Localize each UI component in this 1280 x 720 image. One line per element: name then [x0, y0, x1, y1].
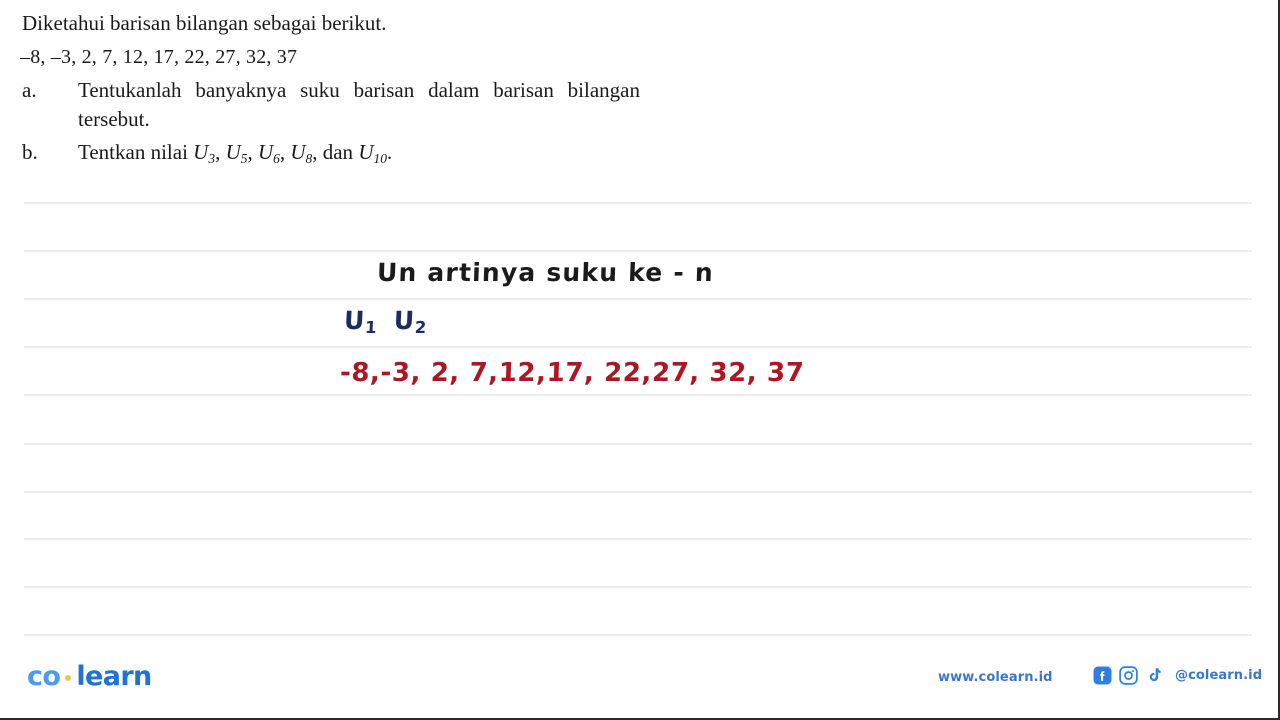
rule-line-2 [24, 250, 1252, 252]
rule-line-7 [24, 491, 1252, 493]
page-footer: co learn www.colearn.id @colearn.id [0, 650, 1278, 718]
facebook-icon[interactable] [1093, 666, 1112, 685]
website-url[interactable]: www.colearn.id [938, 670, 1053, 685]
rule-line-10 [24, 634, 1252, 636]
question-item-b-text: Tentkan nilai U3, U5, U6, U8, dan U10. [78, 138, 640, 173]
term-u8: U8 [290, 140, 313, 166]
question-sequence: –8, –3, 2, 7, 12, 17, 22, 27, 32, 37 [20, 46, 298, 68]
comma-2: , [247, 140, 253, 164]
question-intro: Diketahui barisan bilangan sebagai berik… [22, 11, 387, 35]
term-u3: U3 [193, 140, 216, 166]
logo-dot-icon [65, 674, 72, 681]
rule-line-9 [24, 586, 1252, 588]
comma-3: , [279, 140, 286, 164]
handwritten-term-labels: U1 U2 [343, 306, 428, 337]
question-item-b-lead: Tentkan nilai [78, 140, 188, 164]
question-item-b: b. Tentkan nilai U3, U5, U6, U8, dan U10… [0, 138, 700, 173]
social-links: @colearn.id [1093, 666, 1262, 685]
term-u5: U5 [225, 140, 248, 166]
instagram-icon[interactable] [1119, 666, 1138, 685]
rule-line-3 [24, 298, 1252, 300]
question-block: Diketahui barisan bilangan sebagai berik… [0, 0, 700, 173]
comma-1: , [215, 140, 221, 164]
rule-line-8 [24, 538, 1252, 540]
question-item-b-label: b. [22, 140, 38, 164]
handwritten-u1: U1 [343, 306, 378, 338]
handwritten-note-title: Un artinya suku ke - n [376, 258, 714, 287]
colearn-logo: co learn [27, 661, 152, 692]
handwritten-un: Un [376, 258, 419, 287]
handwritten-note-rest: artinya suku ke - n [416, 258, 715, 287]
rule-line-4 [24, 346, 1252, 348]
term-u10: U10 [358, 140, 387, 166]
logo-text-co: co [27, 661, 61, 692]
worksheet-page: Diketahui barisan bilangan sebagai berik… [0, 0, 1280, 720]
period-end: . [386, 140, 393, 164]
logo-text-learn: learn [76, 661, 152, 692]
social-handle[interactable]: @colearn.id [1175, 668, 1262, 683]
rule-line-6 [24, 443, 1252, 445]
handwritten-u2: U2 [393, 306, 428, 338]
rule-line-5 [24, 394, 1252, 396]
term-u6: U6 [257, 140, 280, 166]
question-item-a-label: a. [22, 78, 37, 102]
tiktok-icon[interactable] [1145, 666, 1164, 685]
question-item-b-conjunction: dan [322, 140, 354, 164]
comma-4: , [312, 140, 318, 164]
question-item-a-text: Tentukanlah banyaknya suku barisan dalam… [78, 78, 640, 131]
rule-line-1 [24, 202, 1252, 204]
question-item-a: a. Tentukanlah banyaknya suku barisan da… [0, 76, 700, 134]
handwritten-red-sequence: -8,-3, 2, 7,12,17, 22,27, 32, 37 [339, 358, 805, 388]
